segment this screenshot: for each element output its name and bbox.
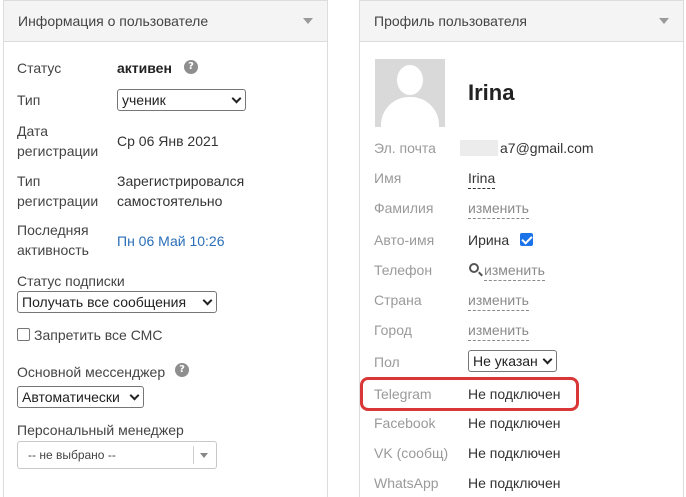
reg-date-label-line1: Дата	[17, 123, 49, 139]
phone-edit-link[interactable]: изменить	[484, 260, 545, 281]
profile-user-name: Irina	[468, 80, 515, 105]
last-activity-value[interactable]: Пн 06 Май 10:26	[117, 231, 225, 251]
manager-combobox[interactable]: -- не выбрано --	[17, 441, 217, 469]
first-name-label: Имя	[374, 170, 402, 186]
whatsapp-status: Не подключен	[468, 475, 561, 491]
chevron-down-icon	[202, 295, 213, 306]
reg-type-label-line2: регистрации	[17, 193, 99, 209]
profile-panel-header[interactable]: Профиль пользователя	[360, 1, 683, 42]
messenger-select[interactable]: Автоматически	[17, 386, 144, 408]
vk-label: VK (сообщ)	[374, 445, 449, 461]
search-icon[interactable]	[469, 263, 479, 273]
profile-panel: Профиль пользователя Irina Эл. почта a7@…	[359, 0, 684, 497]
reg-type-label-line1: Тип	[17, 173, 41, 189]
type-label: Тип	[17, 92, 41, 108]
reg-date-label-line2: регистрации	[17, 143, 99, 159]
facebook-label: Facebook	[374, 415, 436, 431]
email-value: a7@gmail.com	[500, 140, 594, 156]
first-name-value[interactable]: Irina	[468, 168, 496, 189]
messenger-label: Основной мессенджер	[17, 364, 166, 380]
city-label: Город	[374, 322, 412, 338]
help-icon[interactable]: ?	[175, 363, 189, 377]
email-value-row: a7@gmail.com	[460, 138, 594, 158]
collapse-caret-icon[interactable]	[659, 18, 669, 24]
subscription-label: Статус подписки	[17, 273, 125, 289]
chevron-down-icon	[231, 93, 242, 104]
caret-down-icon	[200, 453, 208, 458]
phone-label: Телефон	[374, 262, 433, 278]
user-info-panel-title: Информация о пользователе	[18, 13, 209, 29]
subscription-select-value: Получать все сообщения	[22, 294, 187, 310]
last-name-label: Фамилия	[374, 200, 434, 216]
user-info-panel: Информация о пользователе Статус активен…	[3, 0, 328, 497]
auto-name-checkbox[interactable]	[520, 233, 533, 246]
email-label: Эл. почта	[374, 140, 436, 156]
auto-name-label: Авто-имя	[374, 232, 435, 248]
facebook-status: Не подключен	[468, 415, 561, 431]
city-edit-link[interactable]: изменить	[468, 320, 529, 341]
collapse-caret-icon[interactable]	[303, 18, 313, 24]
combobox-divider	[193, 446, 194, 464]
country-edit-link[interactable]: изменить	[468, 290, 529, 311]
reg-date-value: Ср 06 Янв 2021	[117, 133, 219, 149]
manager-label: Персональный менеджер	[17, 422, 184, 438]
subscription-select[interactable]: Получать все сообщения	[17, 291, 217, 313]
vk-status: Не подключен	[468, 445, 561, 461]
whatsapp-label: WhatsApp	[374, 475, 439, 491]
gender-label: Пол	[374, 354, 400, 370]
avatar-placeholder-icon	[375, 59, 445, 127]
profile-panel-title: Профиль пользователя	[374, 13, 527, 29]
gender-select[interactable]: Не указан	[468, 350, 557, 372]
telegram-label: Telegram	[374, 386, 432, 402]
auto-name-value: Ирина	[468, 232, 510, 248]
reg-type-value-line1: Зарегистрировался	[117, 173, 245, 189]
status-value: активен	[117, 60, 172, 76]
block-sms-label[interactable]: Запретить все СМС	[34, 325, 162, 345]
masked-email-part	[460, 140, 498, 156]
block-sms-checkbox[interactable]	[17, 328, 30, 341]
chevron-down-icon	[542, 354, 553, 365]
gender-select-value: Не указан	[473, 353, 538, 369]
type-select-value: ученик	[122, 92, 166, 108]
user-info-panel-header[interactable]: Информация о пользователе	[4, 1, 327, 42]
last-activity-label-line1: Последняя	[17, 222, 89, 238]
telegram-status: Не подключен	[468, 386, 561, 402]
help-icon[interactable]: ?	[184, 60, 198, 74]
messenger-select-value: Автоматически	[22, 389, 120, 405]
last-name-edit-link[interactable]: изменить	[468, 198, 529, 219]
chevron-down-icon	[129, 390, 140, 401]
status-label: Статус	[17, 60, 62, 76]
type-select[interactable]: ученик	[117, 89, 246, 111]
reg-type-value-line2: самостоятельно	[117, 193, 223, 209]
last-activity-label-line2: активность	[17, 242, 89, 258]
manager-combobox-value: -- не выбрано --	[28, 448, 116, 462]
country-label: Страна	[374, 292, 422, 308]
